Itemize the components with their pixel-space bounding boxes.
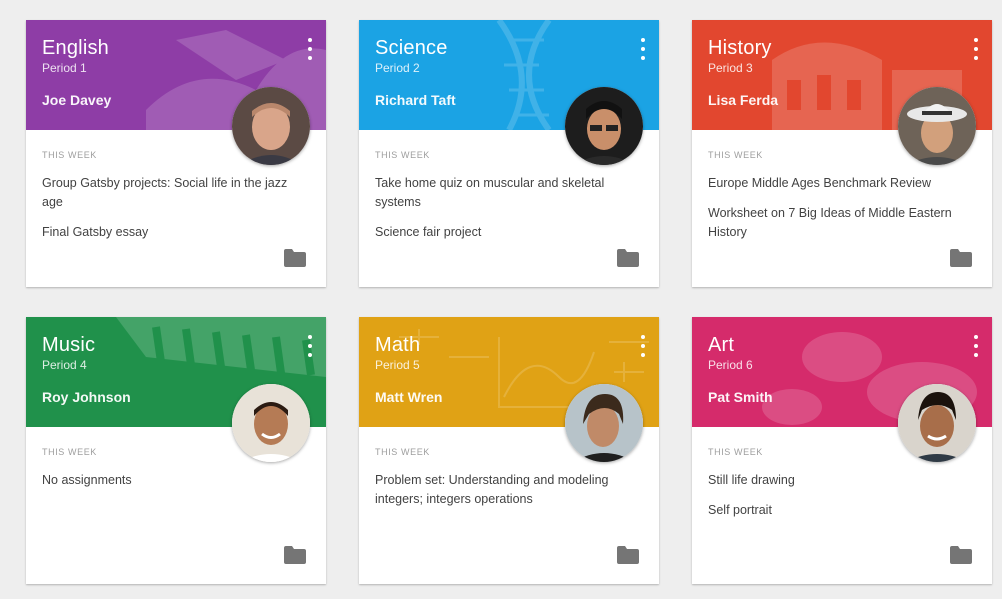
class-period: Period 6 — [708, 358, 753, 372]
teacher-avatar[interactable] — [232, 87, 310, 165]
class-card-music[interactable]: Music Period 4 Roy Johnson THIS WEEK No … — [26, 317, 326, 584]
assignment-item[interactable]: Problem set: Understanding and modeling … — [375, 471, 635, 509]
class-title[interactable]: Science — [375, 36, 448, 60]
teacher-name[interactable]: Joe Davey — [42, 92, 111, 108]
assignment-item[interactable]: Science fair project — [375, 223, 635, 242]
teacher-name[interactable]: Pat Smith — [708, 389, 773, 405]
teacher-name[interactable]: Matt Wren — [375, 389, 442, 405]
teacher-avatar[interactable] — [898, 384, 976, 462]
teacher-avatar[interactable] — [232, 384, 310, 462]
class-title[interactable]: History — [708, 36, 772, 60]
assignment-item[interactable]: Group Gatsby projects: Social life in th… — [42, 174, 302, 212]
teacher-name[interactable]: Lisa Ferda — [708, 92, 778, 108]
class-card-history[interactable]: History Period 3 Lisa Ferda THIS WEEK Eu… — [692, 20, 992, 287]
folder-icon[interactable] — [617, 546, 639, 564]
more-vert-icon[interactable] — [970, 335, 982, 357]
class-title[interactable]: English — [42, 36, 109, 60]
class-period: Period 4 — [42, 358, 87, 372]
class-card-english[interactable]: English Period 1 Joe Davey THIS WEEK Gro… — [26, 20, 326, 287]
assignment-item[interactable]: Self portrait — [708, 501, 968, 520]
more-vert-icon[interactable] — [970, 38, 982, 60]
class-period: Period 5 — [375, 358, 420, 372]
assignment-item[interactable]: Europe Middle Ages Benchmark Review — [708, 174, 968, 193]
assignment-item[interactable]: Still life drawing — [708, 471, 968, 490]
assignment-item: No assignments — [42, 473, 132, 487]
class-grid: English Period 1 Joe Davey THIS WEEK Gro… — [26, 20, 996, 586]
class-card-art[interactable]: Art Period 6 Pat Smith THIS WEEK Still l… — [692, 317, 992, 584]
assignment-item[interactable]: Take home quiz on muscular and skeletal … — [375, 174, 635, 212]
folder-icon[interactable] — [284, 546, 306, 564]
class-title[interactable]: Music — [42, 333, 95, 357]
class-title[interactable]: Art — [708, 333, 734, 357]
class-card-math[interactable]: Math Period 5 Matt Wren THIS WEEK Proble… — [359, 317, 659, 584]
folder-icon[interactable] — [617, 249, 639, 267]
assignment-item[interactable]: Worksheet on 7 Big Ideas of Middle Easte… — [708, 204, 968, 242]
more-vert-icon[interactable] — [637, 335, 649, 357]
more-vert-icon[interactable] — [304, 335, 316, 357]
class-title[interactable]: Math — [375, 333, 420, 357]
folder-icon[interactable] — [950, 249, 972, 267]
class-period: Period 3 — [708, 61, 753, 75]
folder-icon[interactable] — [284, 249, 306, 267]
class-period: Period 1 — [42, 61, 87, 75]
teacher-avatar[interactable] — [565, 87, 643, 165]
teacher-name[interactable]: Roy Johnson — [42, 389, 131, 405]
teacher-avatar[interactable] — [898, 87, 976, 165]
more-vert-icon[interactable] — [304, 38, 316, 60]
teacher-avatar[interactable] — [565, 384, 643, 462]
more-vert-icon[interactable] — [637, 38, 649, 60]
class-period: Period 2 — [375, 61, 420, 75]
assignment-item[interactable]: Final Gatsby essay — [42, 223, 302, 242]
class-card-science[interactable]: Science Period 2 Richard Taft THIS WEEK … — [359, 20, 659, 287]
teacher-name[interactable]: Richard Taft — [375, 92, 456, 108]
folder-icon[interactable] — [950, 546, 972, 564]
